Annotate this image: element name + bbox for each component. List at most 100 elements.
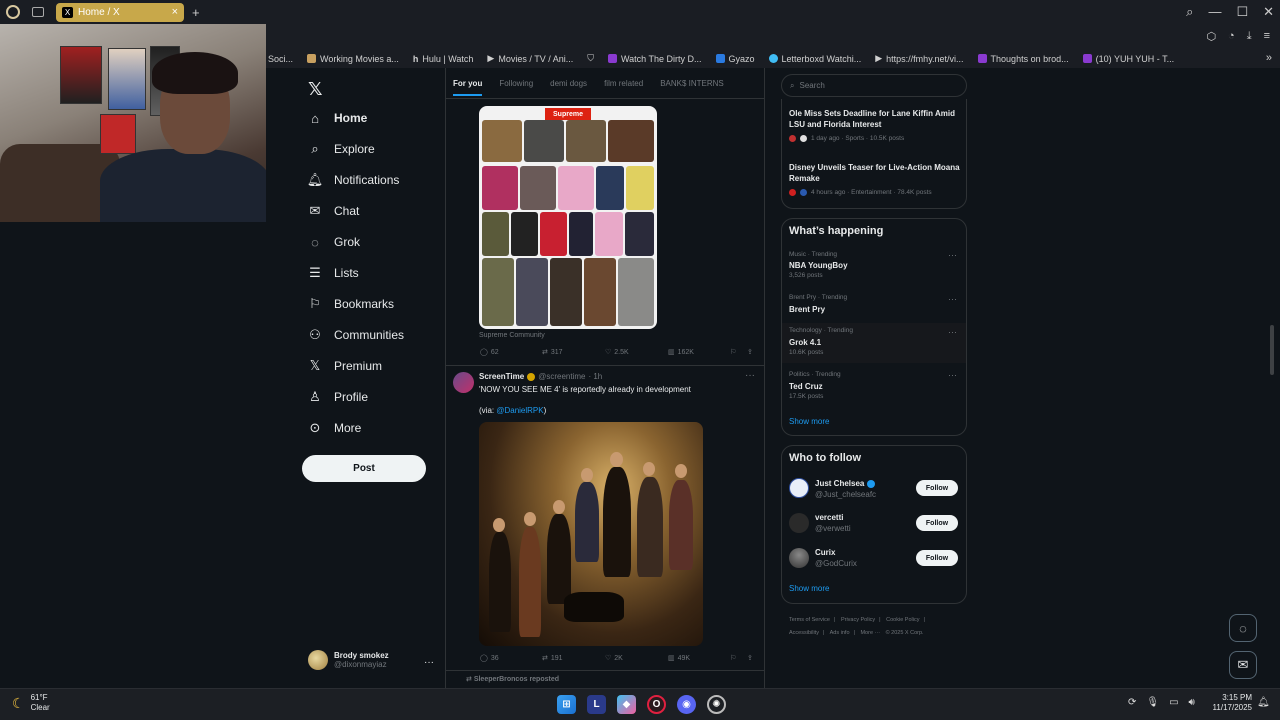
weather-widget[interactable]: ☾ 61°F Clear (12, 693, 50, 713)
author-name[interactable]: ScreenTime (479, 372, 524, 381)
microphone-icon[interactable]: 🎙︎ (1146, 697, 1159, 708)
share-button[interactable]: ⇪ (747, 654, 753, 662)
taskbar-clock[interactable]: 3:15 PM 11/17/2025 (1208, 693, 1252, 713)
bookmarks-overflow-icon[interactable]: » (1266, 52, 1272, 64)
reply-button[interactable]: ◯ 62 (480, 348, 542, 357)
bookmark-item[interactable]: Working Movies a... (307, 53, 399, 64)
volume-icon[interactable]: 🔊︎ (1189, 697, 1195, 708)
bookmark-item[interactable]: ▶ Movies / TV / Ani... (487, 53, 573, 64)
avatar[interactable] (789, 478, 809, 498)
show-more-link[interactable]: Show more (789, 417, 829, 426)
sidebar-item-notifications[interactable]: 🔔︎ Notifications (307, 172, 400, 187)
avatar[interactable] (453, 372, 474, 393)
news-headline[interactable]: Ole Miss Sets Deadline for Lane Kiffin A… (789, 109, 961, 130)
more-dots-icon[interactable]: ··· (948, 250, 957, 260)
more-dots-icon[interactable]: ··· (745, 370, 755, 381)
menu-icon[interactable]: ≡ (1264, 30, 1270, 43)
bookmark-item[interactable]: ⛉ (587, 53, 594, 64)
post-button[interactable]: Post (302, 455, 426, 482)
bookmark-button[interactable]: ⚐ (730, 654, 747, 662)
avatar[interactable] (789, 513, 809, 533)
grok-float-icon[interactable]: ◌ (1229, 614, 1257, 642)
tab-film-related[interactable]: film related (604, 79, 643, 96)
opera-gx-icon[interactable]: O (647, 695, 666, 714)
chatgpt-icon[interactable]: ✺ (707, 695, 726, 714)
close-window-icon[interactable]: ✕ (1263, 4, 1274, 20)
post-time[interactable]: · 1h (588, 372, 602, 381)
download-icon[interactable]: ⤓ (1247, 30, 1252, 43)
trend-name[interactable]: Brent Pry (789, 305, 825, 314)
discord-icon[interactable]: ◉ (677, 695, 696, 714)
minimize-icon[interactable]: — (1208, 4, 1221, 20)
scrollbar[interactable] (1270, 325, 1274, 375)
bookmark-item[interactable]: Thoughts on brod... (977, 53, 1069, 64)
opera-menu-icon[interactable] (6, 5, 20, 19)
footer-link[interactable]: Privacy Policy (841, 617, 875, 623)
repost-button[interactable]: ⇄ 191 (542, 654, 605, 663)
repost-button[interactable]: ⇄ 317 (542, 348, 605, 357)
x-logo-icon[interactable]: 𝕏 (308, 79, 323, 100)
sidebar-item-lists[interactable]: ☰ Lists (308, 265, 359, 280)
like-button[interactable]: ♡ 2.5K (605, 348, 668, 357)
search-input[interactable]: ⌕ Search (781, 74, 967, 97)
more-dots-icon[interactable]: ··· (424, 657, 434, 668)
footer-link[interactable]: Terms of Service (789, 617, 830, 623)
sidebar-item-premium[interactable]: 𝕏 Premium (308, 358, 382, 373)
user-name[interactable]: Curix (815, 548, 835, 557)
windows-start-icon[interactable]: ⊞ (557, 695, 576, 714)
footer-link[interactable]: Ads info (830, 630, 850, 636)
more-dots-icon[interactable]: ··· (948, 294, 957, 304)
bookmark-item[interactable]: h Hulu | Watch (413, 53, 474, 64)
sidebar-item-bookmarks[interactable]: ⚐ Bookmarks (308, 296, 394, 311)
tab-bank-interns[interactable]: BANK$ INTERNS (660, 79, 724, 96)
more-dots-icon[interactable]: ··· (948, 370, 957, 380)
messages-float-icon[interactable]: ✉ (1229, 651, 1257, 679)
footer-link[interactable]: More ··· (860, 630, 880, 636)
reply-button[interactable]: ◯ 36 (480, 654, 542, 663)
display-icon[interactable]: ▭ (1169, 697, 1178, 708)
account-icon[interactable]: ◔ (1228, 30, 1235, 43)
bookmark-item[interactable]: Letterboxd Watchi... (768, 53, 861, 64)
tab-following[interactable]: Following (499, 79, 533, 96)
bookmark-item[interactable]: Watch The Dirty D... (607, 53, 702, 64)
copilot-icon[interactable]: ◆ (617, 695, 636, 714)
follow-button[interactable]: Follow (916, 515, 958, 531)
sidebar-item-communities[interactable]: ⚇ Communities (308, 327, 404, 342)
sync-icon[interactable]: ⟳ (1128, 697, 1136, 708)
notification-bell-icon[interactable]: 🔔︎ (1257, 697, 1270, 708)
bookmark-item[interactable]: ▶ https://fmhy.net/vi... (875, 53, 963, 64)
footer-link[interactable]: Accessibility (789, 630, 819, 636)
news-headline[interactable]: Disney Unveils Teaser for Live-Action Mo… (789, 163, 961, 184)
post-image-movie-poster[interactable] (479, 422, 703, 646)
trend-name[interactable]: Ted Cruz (789, 382, 823, 391)
sidebar-item-more[interactable]: ⊙ More (308, 420, 362, 435)
app-l-icon[interactable]: L (587, 695, 606, 714)
sidebar-item-home[interactable]: ⌂ Home (308, 111, 367, 126)
trend-name[interactable]: NBA YoungBoy (789, 261, 848, 270)
user-name[interactable]: vercetti (815, 513, 843, 522)
trend-name[interactable]: Grok 4.1 (789, 338, 821, 347)
follow-button[interactable]: Follow (916, 550, 958, 566)
search-tabs-icon[interactable]: ⌕ (1186, 4, 1193, 20)
sidebar-item-explore[interactable]: ⌕ Explore (308, 141, 374, 156)
follow-button[interactable]: Follow (916, 480, 958, 496)
tab-for-you[interactable]: For you (453, 79, 483, 96)
sidebar-item-grok[interactable]: ◌ Grok (308, 235, 360, 250)
extensions-icon[interactable]: ⬡ (1206, 30, 1216, 43)
sidebar-item-profile[interactable]: ♙ Profile (308, 389, 368, 404)
tab-island-icon[interactable] (32, 7, 44, 17)
sidebar-item-chat[interactable]: ✉ Chat (308, 203, 360, 218)
more-dots-icon[interactable]: ··· (948, 327, 957, 337)
like-button[interactable]: ♡ 2K (605, 654, 668, 663)
bookmark-item[interactable]: (10) YUH YUH - T... (1082, 53, 1174, 64)
show-more-link[interactable]: Show more (789, 584, 829, 593)
maximize-icon[interactable]: ☐ (1236, 4, 1248, 20)
mention-link[interactable]: @DanielRPK (496, 406, 543, 415)
tab-home-x[interactable]: X Home / X × (56, 2, 184, 22)
avatar[interactable] (789, 548, 809, 568)
post-image-supreme[interactable]: Supreme (479, 106, 657, 329)
bookmark-button[interactable]: ⚐ (730, 348, 747, 356)
bookmark-item[interactable]: Gyazo (715, 53, 755, 64)
close-tab-icon[interactable]: × (172, 6, 178, 18)
new-tab-button[interactable]: + (192, 5, 200, 20)
